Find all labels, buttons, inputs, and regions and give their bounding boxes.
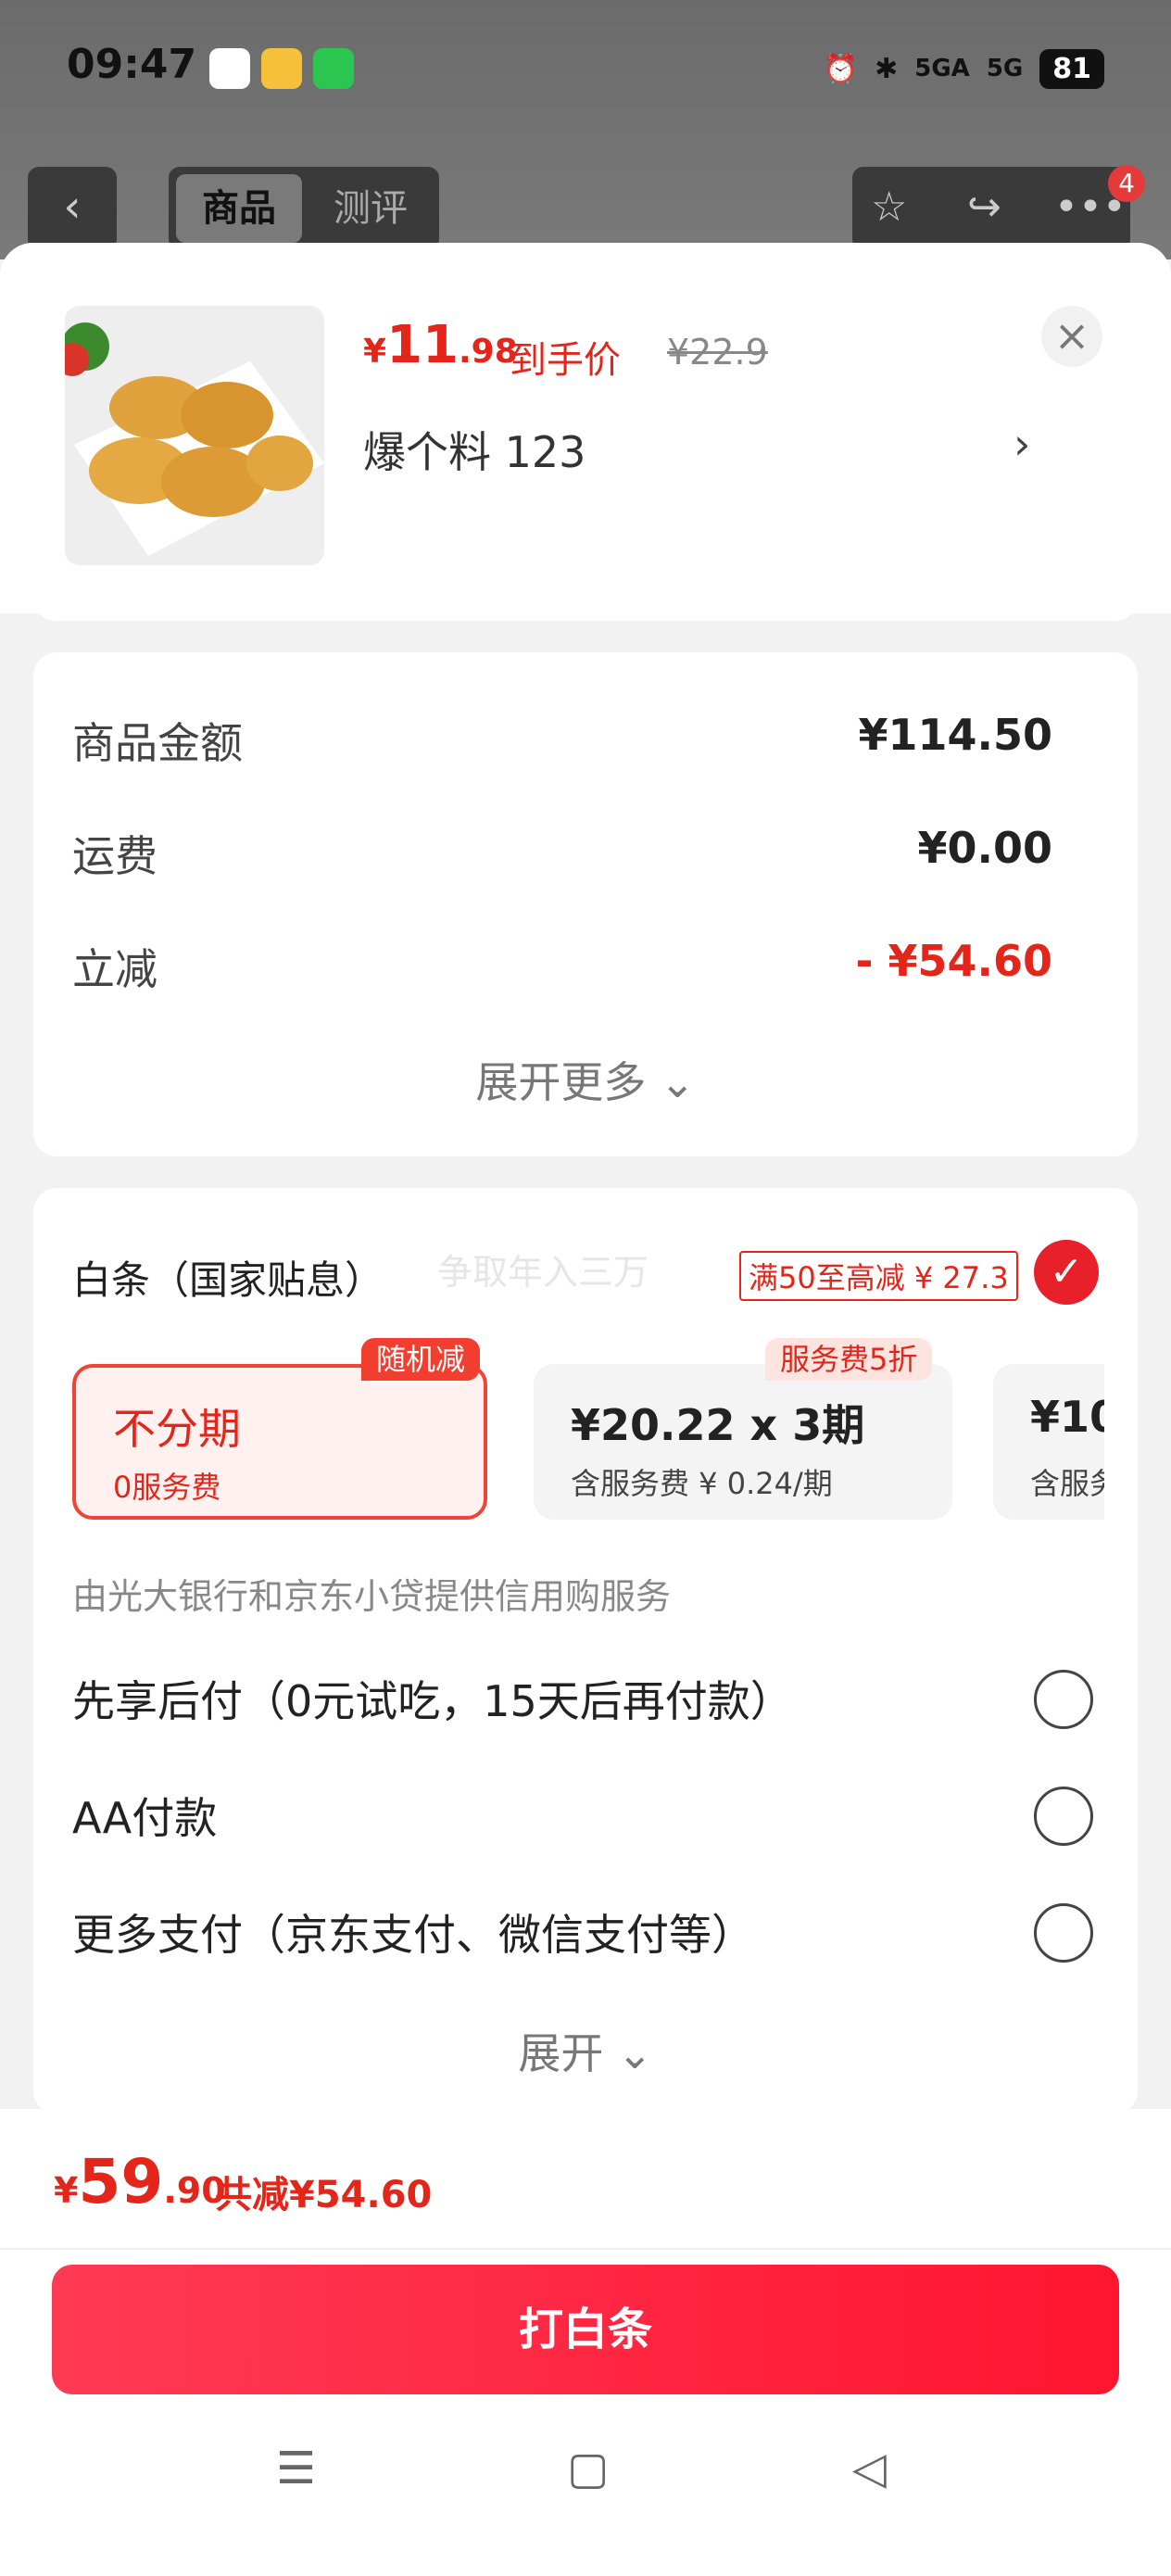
bluetooth-icon: ✱ xyxy=(875,52,899,85)
deal-price-integer: 11 xyxy=(386,315,459,375)
deal-price-currency: ¥ xyxy=(363,333,387,371)
option-aa-pay[interactable]: AA付款 xyxy=(72,1785,217,1846)
menu-icon[interactable]: ☰ xyxy=(276,2443,316,2494)
tab-review[interactable]: 测评 xyxy=(308,174,434,243)
product-thumbnail[interactable] xyxy=(65,306,324,565)
total-currency: ¥ xyxy=(54,2170,79,2211)
close-button[interactable]: × xyxy=(1041,306,1102,367)
shipping-value: ¥0.00 xyxy=(917,823,1052,873)
amount-row-value: ¥114.50 xyxy=(858,710,1052,760)
weibo-icon xyxy=(261,48,302,89)
plan-sub: 含服务 xyxy=(1030,1466,1104,1501)
notification-badge: 4 xyxy=(1108,165,1145,202)
home-icon[interactable]: ▢ xyxy=(567,2443,609,2494)
expand-more-button[interactable]: 展开更多 ⌄ xyxy=(33,1049,1138,1110)
total-integer: 59 xyxy=(78,2146,164,2217)
status-bar: 09:47 ⏰ ✱ 5GA 5G 81 xyxy=(0,0,1171,139)
back-button[interactable]: ‹ xyxy=(28,167,117,250)
radio-aa-pay[interactable] xyxy=(1034,1787,1093,1846)
header-card-bottom xyxy=(33,575,1138,621)
provider-note: 由光大银行和京东小贷提供信用购服务 xyxy=(72,1576,672,1617)
plan-main: ¥20.22 x 3期 xyxy=(571,1400,865,1450)
deal-price: ¥11.98 xyxy=(363,315,518,375)
plan-tag: 服务费5折 xyxy=(765,1338,933,1381)
plan-sub: 0服务费 xyxy=(113,1470,221,1505)
signal-5ga-icon: 5GA xyxy=(914,55,970,82)
status-indicators: ⏰ ✱ 5GA 5G 81 xyxy=(824,44,1104,93)
total-price: ¥59.90 xyxy=(54,2146,226,2217)
amount-row-label: 商品金额 xyxy=(72,718,243,768)
chevron-right-icon[interactable]: › xyxy=(1014,419,1030,469)
watermark-text: 争取年入三万 xyxy=(437,1252,649,1293)
option-pay-later[interactable]: 先享后付（0元试吃，15天后再付款） xyxy=(72,1668,793,1729)
plan-tag: 随机减 xyxy=(361,1338,481,1381)
original-price: ¥22.9 xyxy=(667,332,768,373)
share-icon[interactable]: ↪ xyxy=(967,183,1001,231)
nav-tools: ☆ ↪ ••• xyxy=(852,167,1130,250)
radio-pay-later[interactable] xyxy=(1034,1670,1093,1729)
star-icon[interactable]: ☆ xyxy=(871,183,907,231)
alarm-icon: ⏰ xyxy=(823,52,859,85)
pay-baitiao-button[interactable]: 打白条 xyxy=(52,2265,1119,2394)
discount-value: - ¥54.60 xyxy=(855,936,1052,986)
checkout-bar: ¥59.90 共减¥54.60 打白条 ☰ ▢ ◁ xyxy=(0,2109,1171,2576)
plan-main: 不分期 xyxy=(113,1404,241,1454)
battery-icon: 81 xyxy=(1039,48,1104,89)
nuggets-image xyxy=(65,306,324,565)
option-more-payments[interactable]: 更多支付（京东支付、微信支付等） xyxy=(72,1901,754,1963)
amounts-card: 商品金额 ¥114.50 运费 ¥0.00 立减 - ¥54.60 展开更多 ⌄ xyxy=(33,652,1138,1156)
plan-main: ¥10 xyxy=(1030,1392,1104,1442)
checkmark-icon[interactable]: ✓ xyxy=(1034,1240,1099,1305)
tab-product[interactable]: 商品 xyxy=(176,174,302,243)
promo-badge: 满50至高减 ¥ 27.3 xyxy=(739,1251,1018,1301)
plan-3-installments[interactable]: ¥20.22 x 3期 含服务费 ¥ 0.24/期 xyxy=(534,1364,952,1520)
plan-more-installments[interactable]: ¥10 含服务 xyxy=(993,1364,1104,1520)
discount-label: 立减 xyxy=(72,944,157,994)
product-spec[interactable]: 爆个料 123 xyxy=(363,419,586,480)
plan-sub: 含服务费 ¥ 0.24/期 xyxy=(571,1466,833,1501)
app-notification-icon xyxy=(209,48,250,89)
signal-5g-icon: 5G xyxy=(986,55,1024,82)
divider xyxy=(0,2248,1171,2250)
baitiao-title: 白条（国家贴息） xyxy=(72,1257,384,1303)
status-time: 09:47 xyxy=(67,41,197,88)
payment-card: 白条（国家贴息） 争取年入三万 满50至高减 ¥ 27.3 ✓ 不分期 0服务费… xyxy=(33,1188,1138,2115)
plan-no-installment[interactable]: 不分期 0服务费 xyxy=(72,1364,487,1520)
radio-more-payments[interactable] xyxy=(1034,1903,1093,1963)
shipping-label: 运费 xyxy=(72,831,157,881)
back-nav-icon[interactable]: ◁ xyxy=(852,2443,887,2494)
nav-tabs: 商品 测评 xyxy=(169,167,439,250)
expand-payments-button[interactable]: 展开 ⌄ xyxy=(33,2020,1138,2081)
total-savings: 共减¥54.60 xyxy=(215,2174,433,2216)
deal-price-label: 到手价 xyxy=(510,339,621,382)
messaging-app-icon xyxy=(313,48,354,89)
